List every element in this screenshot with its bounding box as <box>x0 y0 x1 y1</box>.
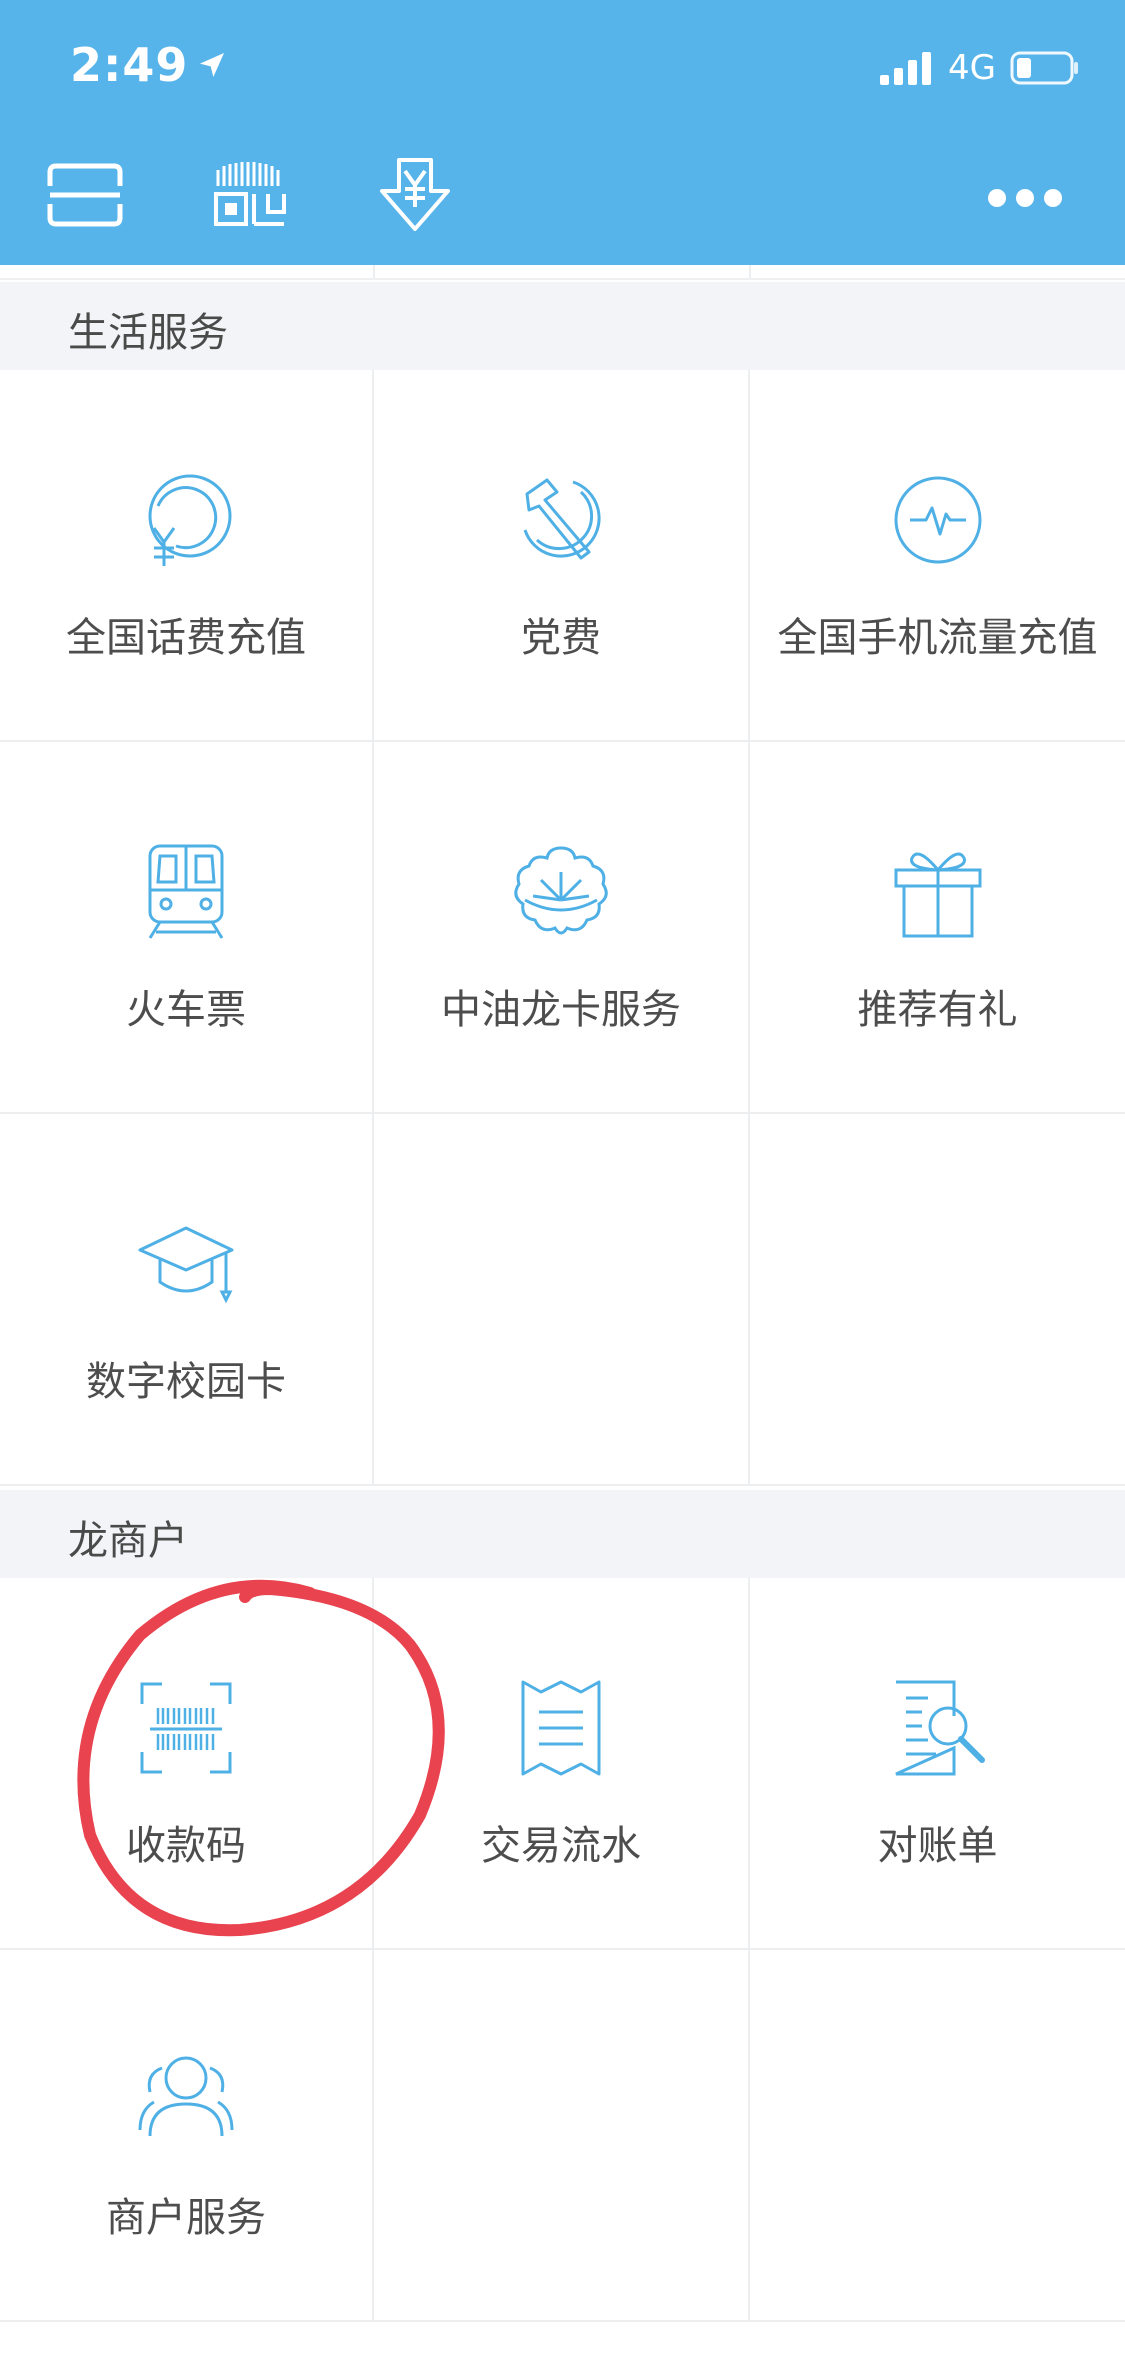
service-campus-card[interactable]: 数字校园卡 <box>0 1114 374 1484</box>
service-data-recharge[interactable]: 全国手机流量充值 <box>750 370 1125 740</box>
status-right: 4G <box>880 48 1080 88</box>
service-label: 收款码 <box>126 1823 246 1869</box>
yuan-download-icon <box>380 158 450 231</box>
gift-icon <box>894 852 981 938</box>
service-train-ticket[interactable]: 火车票 <box>0 742 374 1112</box>
battery-icon <box>1010 51 1078 85</box>
location-arrow-icon <box>200 53 225 77</box>
statement-search-icon <box>894 1680 985 1776</box>
service-label: 商户服务 <box>106 2195 266 2241</box>
more-button[interactable] <box>980 175 1070 220</box>
collect-payment-button[interactable] <box>370 155 460 235</box>
service-label: 党费 <box>521 615 601 661</box>
service-label: 中油龙卡服务 <box>441 987 681 1033</box>
payment-code-icon <box>140 1682 232 1774</box>
service-label: 数字校园卡 <box>86 1359 286 1405</box>
empty-cell <box>750 1114 1125 1484</box>
section-header-life-services: 生活服务 <box>0 282 1125 370</box>
merchant-payment-code[interactable]: 收款码 <box>0 1578 374 1948</box>
network-label: 4G <box>948 48 996 88</box>
signal-icon <box>880 52 932 85</box>
empty-cell <box>750 1950 1125 2320</box>
life-services-grid: 全国话费充值 党费 全国手机流量充值 火车票 中油龙卡服务 推荐有礼 数字校园卡 <box>0 370 1125 1486</box>
merchant-transactions[interactable]: 交易流水 <box>374 1578 750 1948</box>
status-time-text: 2:49 <box>70 38 189 92</box>
service-label: 火车票 <box>126 987 246 1033</box>
barcode-icon <box>214 162 286 226</box>
grid-row: 全国话费充值 党费 全国手机流量充值 <box>0 370 1125 742</box>
service-label: 全国手机流量充值 <box>777 615 1098 661</box>
service-petrochina-card[interactable]: 中油龙卡服务 <box>374 742 750 1112</box>
merchant-service[interactable]: 商户服务 <box>0 1950 374 2320</box>
receipt-icon <box>521 1680 601 1776</box>
empty-cell <box>374 1950 750 2320</box>
status-time: 2:49 <box>70 38 228 92</box>
section-title: 龙商户 <box>68 1518 188 1564</box>
grid-row: 收款码 交易流水 对账单 <box>0 1578 1125 1950</box>
party-emblem-icon <box>523 478 601 560</box>
train-icon <box>148 844 224 939</box>
service-label: 推荐有礼 <box>857 987 1018 1033</box>
empty-cell <box>374 1114 750 1484</box>
phone-recharge-icon <box>148 474 232 566</box>
top-header: 2:49 4G <box>0 0 1125 265</box>
service-label: 交易流水 <box>481 1823 641 1869</box>
service-phone-recharge[interactable]: 全国话费充值 <box>0 370 374 740</box>
more-icon <box>988 188 1062 207</box>
merchant-grid: 收款码 交易流水 对账单 商户服务 <box>0 1578 1125 2322</box>
grid-row: 数字校园卡 <box>0 1114 1125 1486</box>
petrochina-icon <box>514 846 608 935</box>
data-pulse-icon <box>894 476 981 564</box>
service-label: 对账单 <box>877 1823 998 1869</box>
section-title: 生活服务 <box>68 310 228 356</box>
merchant-users-icon <box>138 2056 234 2137</box>
scan-button[interactable] <box>40 155 130 235</box>
graduation-cap-icon <box>138 1226 234 1304</box>
merchant-statement[interactable]: 对账单 <box>750 1578 1125 1948</box>
section-header-merchant: 龙商户 <box>0 1490 1125 1578</box>
service-label: 全国话费充值 <box>66 615 306 661</box>
scan-icon <box>47 163 123 227</box>
grid-top-strip <box>0 265 1125 280</box>
barcode-button[interactable] <box>205 155 295 235</box>
service-referral-gift[interactable]: 推荐有礼 <box>750 742 1125 1112</box>
service-party-fee[interactable]: 党费 <box>374 370 750 740</box>
grid-row: 火车票 中油龙卡服务 推荐有礼 <box>0 742 1125 1114</box>
grid-row: 商户服务 <box>0 1950 1125 2322</box>
